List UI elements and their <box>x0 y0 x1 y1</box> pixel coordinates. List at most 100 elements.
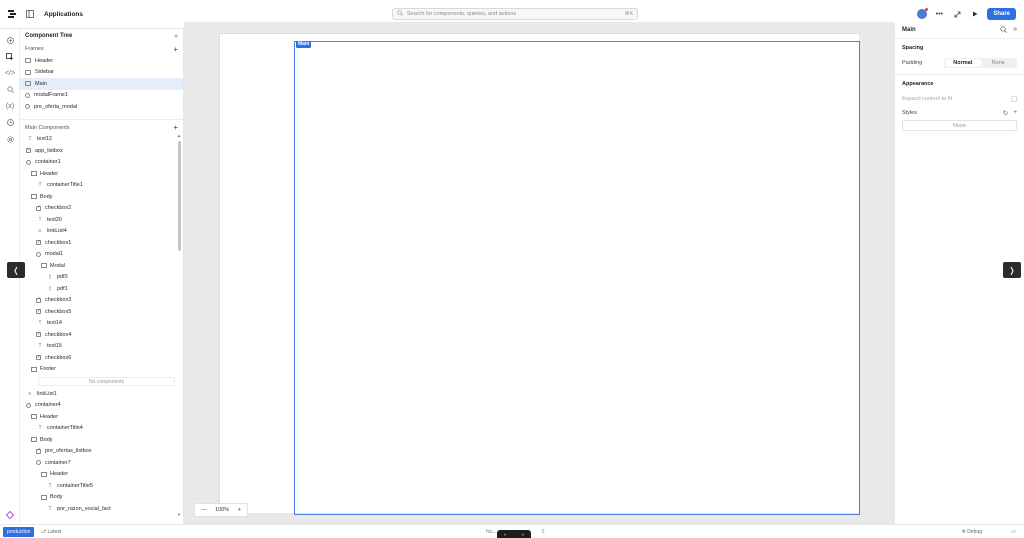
zoom-out-button[interactable]: — <box>201 507 207 513</box>
tree-item[interactable]: checkbox1 <box>20 237 183 249</box>
tree-item[interactable]: Footer <box>20 364 183 376</box>
tree-item[interactable]: TcontainerTitle1 <box>20 180 183 192</box>
search-input[interactable]: Search for components, queries, and acti… <box>392 8 638 20</box>
frame-icon <box>25 81 31 87</box>
tree-item[interactable]: Ttext14 <box>20 318 183 330</box>
dock-icon-left[interactable]: ◐ <box>504 532 507 538</box>
tree-item[interactable]: checkbox5 <box>20 306 183 318</box>
tree-item[interactable]: Modal <box>20 260 183 272</box>
tree-item[interactable]: checkbox4 <box>20 329 183 341</box>
share-button[interactable]: Share <box>987 8 1016 20</box>
sidebar-frame[interactable] <box>220 34 294 513</box>
play-icon[interactable] <box>969 8 981 20</box>
add-icon[interactable] <box>0 32 20 49</box>
tree-scrollbar[interactable] <box>178 141 181 251</box>
expand-content-checkbox[interactable] <box>1011 95 1017 102</box>
tree-item[interactable]: ≡ linkList1 <box>20 388 183 400</box>
inspector-title[interactable]: Main <box>902 27 916 33</box>
reset-styles-icon[interactable]: ↻ <box>1003 109 1008 117</box>
padding-segmented-control: Normal None <box>944 57 1017 68</box>
debug-panel-icon[interactable]: ▭ <box>1011 529 1016 535</box>
main-frame[interactable]: Main <box>294 41 860 515</box>
tree-item[interactable]: Header <box>20 469 183 481</box>
tree-item[interactable]: container1 <box>20 157 183 169</box>
tree-item[interactable]: checkbox6 <box>20 352 183 364</box>
tree-item[interactable]: modal1 <box>20 249 183 261</box>
tree-item-label: container7 <box>45 459 71 466</box>
tree-item[interactable]: Body <box>20 492 183 504</box>
frame-item[interactable]: Header <box>20 55 183 67</box>
debug-button[interactable]: ✲ Debug <box>962 529 982 535</box>
search-icon[interactable] <box>0 82 20 99</box>
zoom-control: — 100% + <box>194 503 248 517</box>
tree-item[interactable]: Ttext12 <box>20 134 183 146</box>
frame-label: Sidebar <box>35 69 54 76</box>
dock-icon-right[interactable]: ◑ <box>521 532 524 538</box>
tree-item[interactable]: Tpor_razon_social_fact <box>20 503 183 515</box>
frame-item[interactable]: pre_oferta_modal <box>20 101 183 113</box>
scroll-up-icon[interactable]: ▲ <box>177 133 181 138</box>
tree-item[interactable]: ▯ pdf1 <box>20 283 183 295</box>
add-frame-icon[interactable]: + <box>173 45 178 54</box>
tree-item[interactable]: app_listbox <box>20 145 183 157</box>
code-icon[interactable]: </> <box>0 65 20 82</box>
editor-canvas[interactable]: Main — 100% + <box>184 22 894 524</box>
component-tree-icon[interactable] <box>0 49 20 66</box>
next-arrow-button[interactable]: ❭ <box>1003 262 1021 278</box>
tree-item[interactable]: ≡ linkList4 <box>20 226 183 238</box>
tree-item[interactable]: Header <box>20 411 183 423</box>
history-icon[interactable] <box>0 115 20 132</box>
styles-value[interactable]: None <box>902 120 1017 131</box>
styles-label: Styles <box>902 109 917 116</box>
frame-item[interactable]: modalFrame1 <box>20 90 183 102</box>
main-frame-tag[interactable]: Main <box>296 41 312 48</box>
avatar[interactable] <box>917 8 929 19</box>
retool-logo-icon[interactable] <box>0 9 24 19</box>
tree-item-label: containerTitle4 <box>47 425 83 432</box>
tree-item[interactable]: ▯ pdf3 <box>20 272 183 284</box>
tree-item-label: Footer <box>40 366 56 373</box>
tree-item[interactable]: Header <box>20 168 183 180</box>
zoom-level[interactable]: 100% <box>215 507 229 513</box>
environment-badge[interactable]: production <box>3 526 35 537</box>
tree-item[interactable]: Ttext20 <box>20 214 183 226</box>
collapse-panel-icon[interactable]: « <box>174 33 178 40</box>
padding-normal-option[interactable]: Normal <box>945 58 981 67</box>
frame-item[interactable]: Main <box>20 78 183 90</box>
tree-item[interactable]: checkbox3 <box>20 295 183 307</box>
tree-item[interactable]: TcontainerTitle4 <box>20 423 183 435</box>
more-icon[interactable]: ••• <box>933 8 945 20</box>
tree-item[interactable]: Body <box>20 434 183 446</box>
tree-item[interactable]: TcontainerTitle5 <box>20 480 183 492</box>
tree-item[interactable]: container7 <box>20 457 183 469</box>
environment-label: production <box>7 528 31 535</box>
add-component-icon[interactable]: + <box>173 123 178 132</box>
previous-arrow-button[interactable]: ❬ <box>7 262 25 278</box>
add-style-icon[interactable]: + <box>1013 109 1017 117</box>
assist-diamond-icon[interactable] <box>5 510 15 520</box>
padding-none-option[interactable]: None <box>981 59 1017 67</box>
tree-item[interactable]: pre_ofertas_listbox <box>20 446 183 458</box>
zoom-in-button[interactable]: + <box>238 507 241 513</box>
section-icon <box>31 414 37 420</box>
app-title[interactable]: Applications <box>44 11 83 18</box>
collapse-panel-icon[interactable]: » <box>1013 26 1017 35</box>
scroll-down-icon[interactable]: ▼ <box>177 512 181 517</box>
tree-item-label: Modal <box>50 262 65 269</box>
tree-item[interactable]: Ttext15 <box>20 341 183 353</box>
search-placeholder: Search for components, queries, and acti… <box>407 11 517 17</box>
bottom-status-bar: production ⎇ Latest No... 0 ◐ ◑ ✲ Debug ▭ <box>0 524 1024 538</box>
tree-item[interactable]: container4 <box>20 400 183 412</box>
search-icon[interactable] <box>1000 25 1007 35</box>
variables-icon[interactable]: (x) <box>0 98 20 115</box>
bottom-dock[interactable]: ◐ ◑ <box>497 530 531 538</box>
tree-item-label: por_razon_social_fact <box>57 505 111 512</box>
expand-icon[interactable] <box>951 8 963 20</box>
sidebar-toggle-icon[interactable] <box>24 10 36 18</box>
settings-gear-icon[interactable] <box>0 131 20 148</box>
version-selector[interactable]: ⎇ Latest <box>40 529 61 535</box>
tree-item[interactable]: checkbox2 <box>20 203 183 215</box>
frame-label: Main <box>35 80 47 87</box>
frame-item[interactable]: Sidebar <box>20 67 183 79</box>
tree-item[interactable]: Body <box>20 191 183 203</box>
